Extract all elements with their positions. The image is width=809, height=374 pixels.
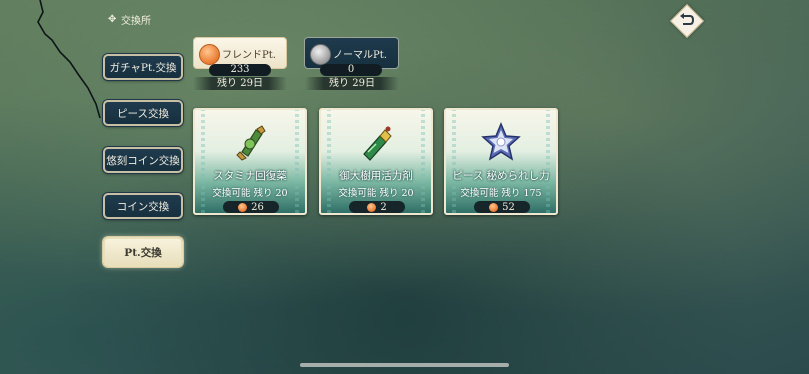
normal-pt-remaining: 残り 29日	[305, 77, 399, 90]
card-cost: 2	[349, 201, 405, 213]
home-indicator[interactable]	[300, 363, 509, 367]
card-cost: 26	[223, 201, 279, 213]
sidebar-item-label: Pt.交換	[124, 246, 162, 259]
back-button[interactable]	[670, 4, 704, 38]
sidebar-item-label: ガチャPt.交換	[109, 61, 177, 74]
sidebar-item-yuukoku-coin-exchange[interactable]: 悠刻コイン交換	[103, 147, 183, 173]
normal-pt-label: ノーマルPt.	[333, 49, 387, 61]
friend-pt-icon	[199, 44, 220, 65]
back-arrow-icon	[680, 13, 695, 25]
sidebar-item-label: 悠刻コイン交換	[106, 154, 180, 167]
screen-title-label: 交換所	[121, 16, 151, 27]
friend-pt-remaining: 残り 29日	[193, 77, 287, 90]
friend-pt-icon	[238, 202, 248, 212]
card-availability: 交換可能 残り 20	[338, 188, 414, 199]
vitality-bottle-icon	[321, 122, 431, 162]
normal-pt-icon	[310, 44, 331, 65]
sidebar-item-label: ピース交換	[117, 107, 169, 120]
card-name: ピース 秘められし力	[452, 170, 550, 182]
friend-pt-icon	[489, 202, 499, 212]
card-cost: 52	[474, 201, 530, 213]
background-crack	[37, 0, 101, 119]
card-availability: 交換可能 残り 175	[460, 188, 542, 199]
sidebar-item-piece-exchange[interactable]: ピース交換	[103, 100, 183, 126]
friend-pt-icon	[367, 202, 377, 212]
exchange-card-stamina[interactable]: スタミナ回復薬 交換可能 残り 20 26	[193, 108, 307, 215]
stamina-potion-icon	[195, 122, 305, 162]
exchange-card-piece[interactable]: ピース 秘められし力 交換可能 残り 175 52	[444, 108, 558, 215]
sidebar-item-pt-exchange[interactable]: Pt.交換	[103, 237, 183, 267]
friend-pt-value: 233	[209, 64, 271, 76]
sidebar-item-label: コイン交換	[116, 200, 170, 213]
sidebar-item-coin-exchange[interactable]: コイン交換	[103, 193, 183, 219]
exchange-card-vitality[interactable]: 御大樹用活力剤 交換可能 残り 20 2	[319, 108, 433, 215]
card-name: 御大樹用活力剤	[339, 170, 413, 182]
card-name: スタミナ回復薬	[213, 170, 287, 182]
screen-title: ✥ 交換所	[108, 12, 151, 28]
sidebar-item-gacha-pt-exchange[interactable]: ガチャPt.交換	[103, 54, 183, 80]
normal-pt-value: 0	[320, 64, 382, 76]
friend-pt-label: フレンドPt.	[222, 49, 276, 61]
cross-ornament-icon: ✥	[108, 14, 117, 25]
star-piece-icon	[446, 122, 556, 162]
card-availability: 交換可能 残り 20	[212, 188, 288, 199]
